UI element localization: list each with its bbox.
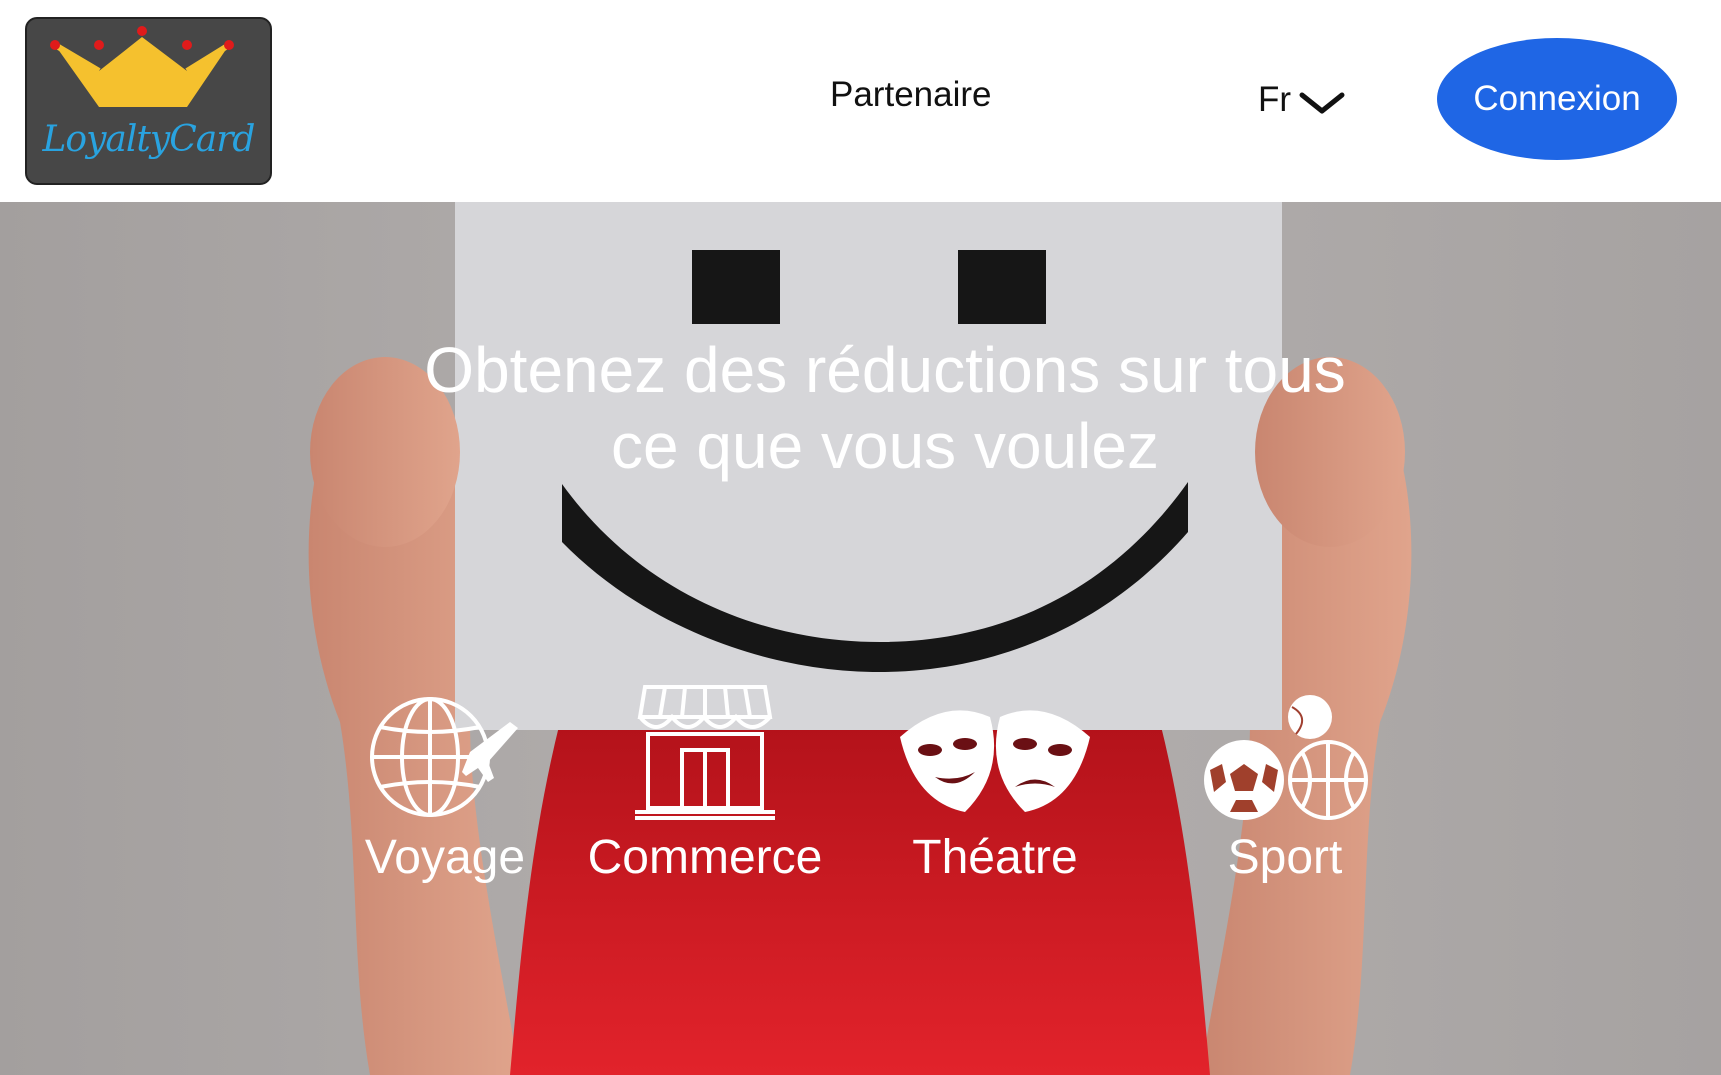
category-label-voyage: Voyage [364,831,526,884]
globe-plane-icon [370,697,518,817]
theatre-masks-icon [900,710,1090,812]
crown-icon [50,26,234,107]
language-selector[interactable]: Fr [1258,80,1345,120]
hero-section: Obtenez des réductions sur tous ce que v… [0,202,1721,1075]
language-label: Fr [1258,80,1292,119]
chevron-down-icon [1299,92,1345,114]
sport-balls-icon [1204,695,1368,820]
login-button[interactable]: Connexion [1437,38,1677,160]
category-voyage[interactable]: Voyage [320,692,570,885]
category-sport[interactable]: Sport [1160,692,1410,885]
hero-headline: Obtenez des réductions sur tous ce que v… [340,332,1430,484]
category-commerce[interactable]: Commerce [580,685,830,885]
nav-link-partenaire[interactable]: Partenaire [830,75,991,115]
category-label-sport: Sport [1227,831,1343,884]
category-label-commerce: Commerce [587,831,823,884]
category-theatre[interactable]: Théatre [870,692,1120,885]
storefront-icon [635,685,775,820]
hero-headline-line1: Obtenez des réductions sur tous [424,334,1346,406]
site-header: LoyaltyCard Partenaire Fr Connexion [0,0,1721,202]
hero-headline-line2: ce que vous voulez [611,410,1159,482]
logo-text: LoyaltyCard [42,119,256,160]
category-label-theatre: Théatre [912,831,1078,884]
logo[interactable]: LoyaltyCard [25,17,272,185]
